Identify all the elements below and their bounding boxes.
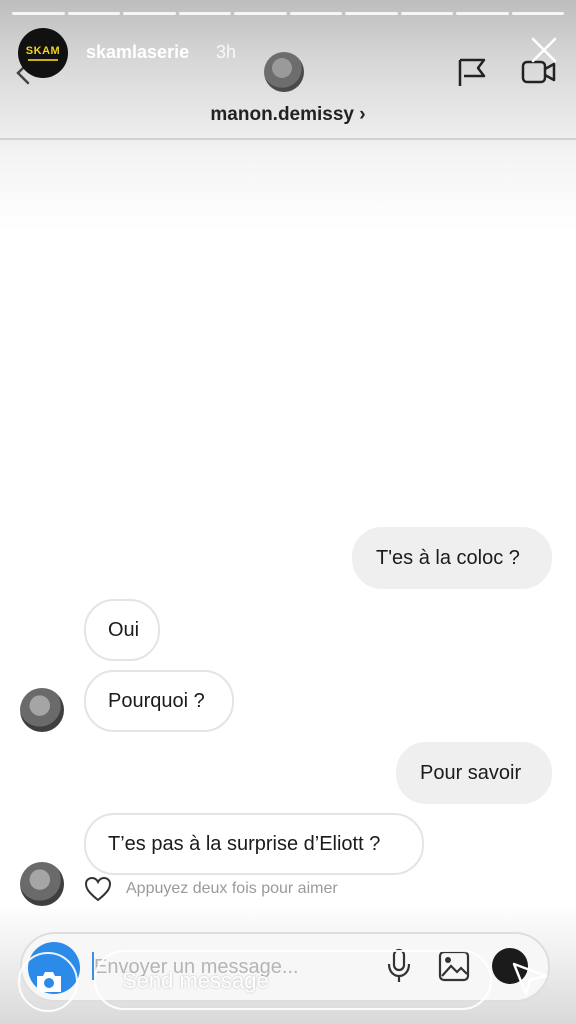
skam-logo: SKAM <box>25 45 61 57</box>
sender-avatar[interactable] <box>20 688 64 732</box>
story-segment <box>289 12 342 15</box>
story-timestamp: 3h <box>216 42 237 62</box>
like-hint: Appuyez deux fois pour aimer <box>126 880 338 897</box>
incoming-message[interactable]: Pourquoi ? <box>84 670 234 732</box>
chevron-right-icon: › <box>359 104 366 125</box>
dm-header: manon.demissy › <box>0 0 576 140</box>
reply-placeholder: Send message <box>122 968 269 993</box>
dm-username-link[interactable]: manon.demissy › <box>0 104 576 126</box>
story-segment <box>345 12 398 15</box>
story-segment <box>456 12 509 15</box>
incoming-message[interactable]: Oui <box>84 599 160 661</box>
story-avatar[interactable]: SKAM <box>18 28 68 78</box>
story-segment <box>178 12 231 15</box>
outgoing-message[interactable]: Pour savoir <box>396 742 552 804</box>
story-segment <box>12 12 65 15</box>
flag-icon[interactable] <box>456 56 488 88</box>
story-username[interactable]: skamlaserie <box>86 42 189 63</box>
dm-username: manon.demissy <box>210 104 354 125</box>
send-icon[interactable] <box>510 958 550 998</box>
camera-icon <box>37 972 61 992</box>
heart-icon[interactable] <box>84 876 112 902</box>
story-segment <box>511 12 564 15</box>
incoming-message[interactable]: T’es pas à la surprise d’Eliott ? <box>84 813 424 875</box>
story-segment <box>123 12 176 15</box>
story-segment <box>67 12 120 15</box>
story-progress <box>12 12 564 15</box>
dm-avatar[interactable] <box>264 52 304 92</box>
story-segment <box>400 12 453 15</box>
outgoing-message[interactable]: T'es à la coloc ? <box>352 527 552 589</box>
story-segment <box>234 12 287 15</box>
close-icon[interactable] <box>530 36 558 64</box>
sender-avatar[interactable] <box>20 862 64 906</box>
logo-underline <box>28 59 58 61</box>
